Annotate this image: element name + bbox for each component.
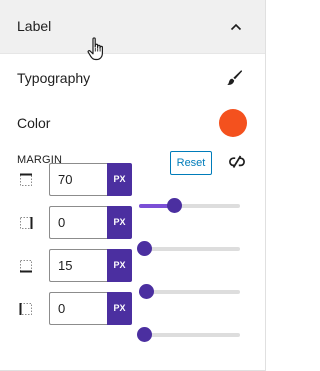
margin-top-slider-thumb[interactable] bbox=[166, 198, 182, 213]
margin-left-unit[interactable]: PX bbox=[107, 292, 132, 325]
panel-header[interactable]: Label bbox=[0, 0, 265, 61]
margin-bottom-slider[interactable] bbox=[139, 284, 240, 299]
typography-label: Typography bbox=[17, 70, 91, 86]
margin-left-slider[interactable] bbox=[137, 327, 240, 342]
margin-bottom-input[interactable]: 15 bbox=[49, 249, 107, 282]
reset-button[interactable]: Reset bbox=[170, 151, 212, 175]
label-settings-panel: Label Typography Color MARGIN Reset 70 P… bbox=[0, 0, 266, 371]
margin-top-slider[interactable] bbox=[139, 198, 240, 213]
chevron-up-icon[interactable] bbox=[226, 17, 246, 37]
margin-bottom-slider-thumb[interactable] bbox=[139, 284, 155, 299]
color-label: Color bbox=[17, 115, 51, 131]
margin-top-unit[interactable]: PX bbox=[107, 163, 132, 196]
margin-right-unit[interactable]: PX bbox=[107, 206, 132, 239]
paintbrush-icon[interactable] bbox=[224, 68, 244, 88]
panel-title: Label bbox=[17, 18, 52, 34]
margin-right-input[interactable]: 0 bbox=[49, 206, 107, 239]
margin-bottom-side-icon bbox=[18, 258, 34, 274]
margin-right-side-icon bbox=[18, 215, 34, 231]
margin-right-slider[interactable] bbox=[137, 241, 240, 256]
margin-bottom-unit[interactable]: PX bbox=[107, 249, 132, 282]
unlink-icon[interactable] bbox=[227, 152, 247, 172]
margin-top-input[interactable]: 70 bbox=[49, 163, 107, 196]
hand-pointer-cursor-icon bbox=[86, 36, 108, 62]
margin-left-input[interactable]: 0 bbox=[49, 292, 107, 325]
margin-right-slider-thumb[interactable] bbox=[137, 241, 152, 256]
margin-left-slider-thumb[interactable] bbox=[137, 327, 152, 342]
color-swatch[interactable] bbox=[219, 109, 247, 137]
margin-left-side-icon bbox=[18, 301, 34, 317]
margin-top-side-icon bbox=[18, 172, 34, 188]
